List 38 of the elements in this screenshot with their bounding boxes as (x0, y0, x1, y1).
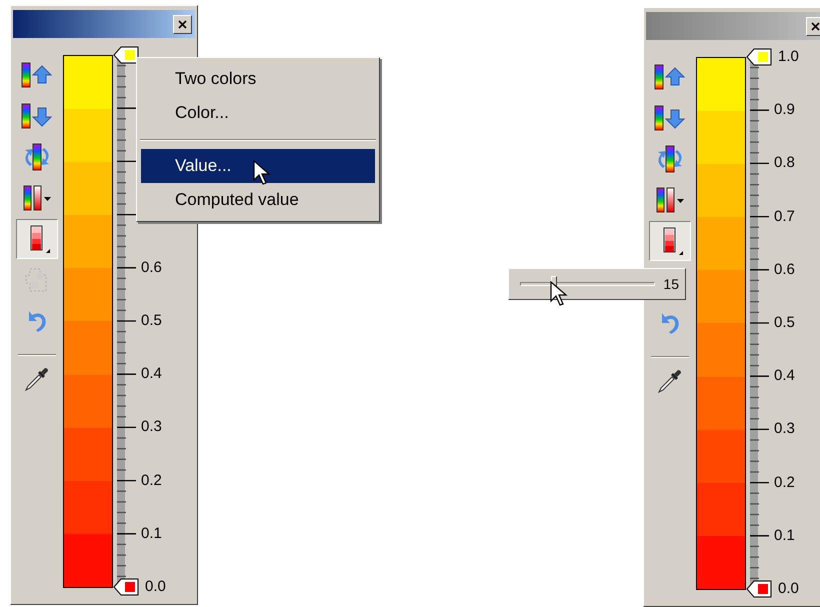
scale-label: 0.1 (774, 528, 795, 544)
spectrum-arrow-up-icon (653, 63, 687, 91)
close-icon (178, 20, 187, 28)
scale-label: 0.2 (141, 472, 162, 489)
close-button[interactable] (806, 16, 820, 36)
color-stop-marker[interactable] (746, 48, 772, 66)
menu-item[interactable]: Value... (141, 149, 375, 183)
color-stop-marker[interactable] (113, 578, 139, 596)
scale-label: 0.3 (141, 419, 162, 436)
spectrum-arrow-up-icon (20, 61, 54, 89)
scale-label: 0.7 (774, 208, 795, 225)
scale-label: 0.0 (145, 579, 166, 595)
scale-label: 0.0 (778, 581, 799, 597)
slider-value: 15 (663, 274, 679, 294)
menu-item[interactable]: Color... (141, 96, 375, 130)
scale-label: 0.1 (141, 526, 162, 542)
scale-label: 0.4 (141, 366, 162, 382)
scale-label: 0.6 (141, 260, 162, 276)
scale-label: 0.6 (774, 262, 795, 278)
spectrum-arrow-down-icon (20, 102, 54, 130)
scale-label: 1.0 (778, 49, 799, 65)
scale-label: 0.5 (141, 313, 162, 329)
color-stop-marker[interactable] (746, 580, 772, 598)
scale-label: 0.2 (774, 474, 795, 491)
spectrum-arrow-down-icon (653, 104, 687, 132)
scale-label: 0.3 (774, 421, 795, 438)
scale-label: 0.4 (774, 368, 795, 384)
tool-button[interactable] (16, 219, 58, 259)
menu-item[interactable]: Two colors (141, 62, 375, 96)
close-button[interactable] (173, 14, 192, 34)
scale-label: 0.5 (774, 315, 795, 331)
scale-label: 0.8 (774, 155, 795, 172)
mouse-pointer-icon (253, 160, 271, 186)
scale-label: 0.9 (774, 102, 795, 118)
tool-button[interactable] (649, 221, 691, 261)
menu-item[interactable]: Computed value (141, 183, 375, 217)
close-icon (811, 22, 820, 30)
color-stop-marker[interactable] (113, 46, 139, 64)
